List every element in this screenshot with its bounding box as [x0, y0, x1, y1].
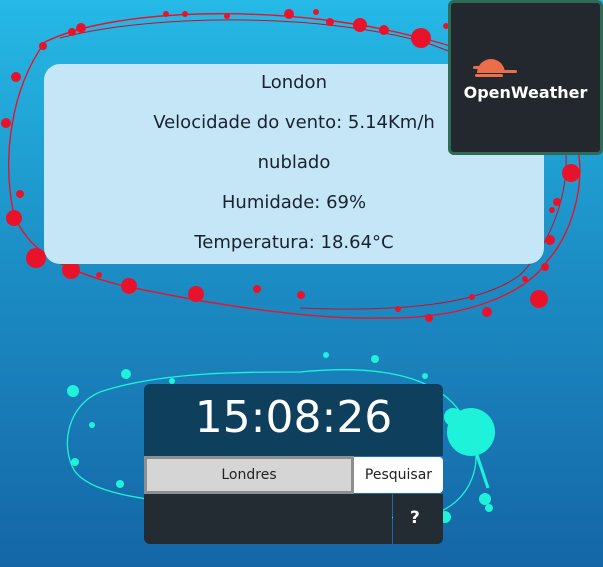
humidity: Humidade: 69%	[221, 192, 367, 213]
question-icon[interactable]: ?	[410, 508, 420, 528]
clock: 15:08:26	[194, 392, 393, 443]
info-panel	[144, 494, 392, 544]
logo-text: OpenWeather	[463, 83, 588, 102]
search-button[interactable]: Pesquisar	[354, 457, 443, 493]
cyan-drip	[470, 439, 490, 489]
weather-description: nublado	[257, 152, 331, 173]
wind-speed: Velocidade do vento: 5.14Km/h	[153, 112, 435, 133]
temperature: Temperatura: 18.64°C	[194, 232, 394, 253]
clock-panel: 15:08:26	[144, 384, 443, 456]
city-search-input[interactable]	[144, 456, 354, 494]
openweather-sun-icon	[473, 59, 517, 77]
city-name: London	[261, 72, 327, 93]
openweather-logo: OpenWeather	[448, 0, 603, 155]
